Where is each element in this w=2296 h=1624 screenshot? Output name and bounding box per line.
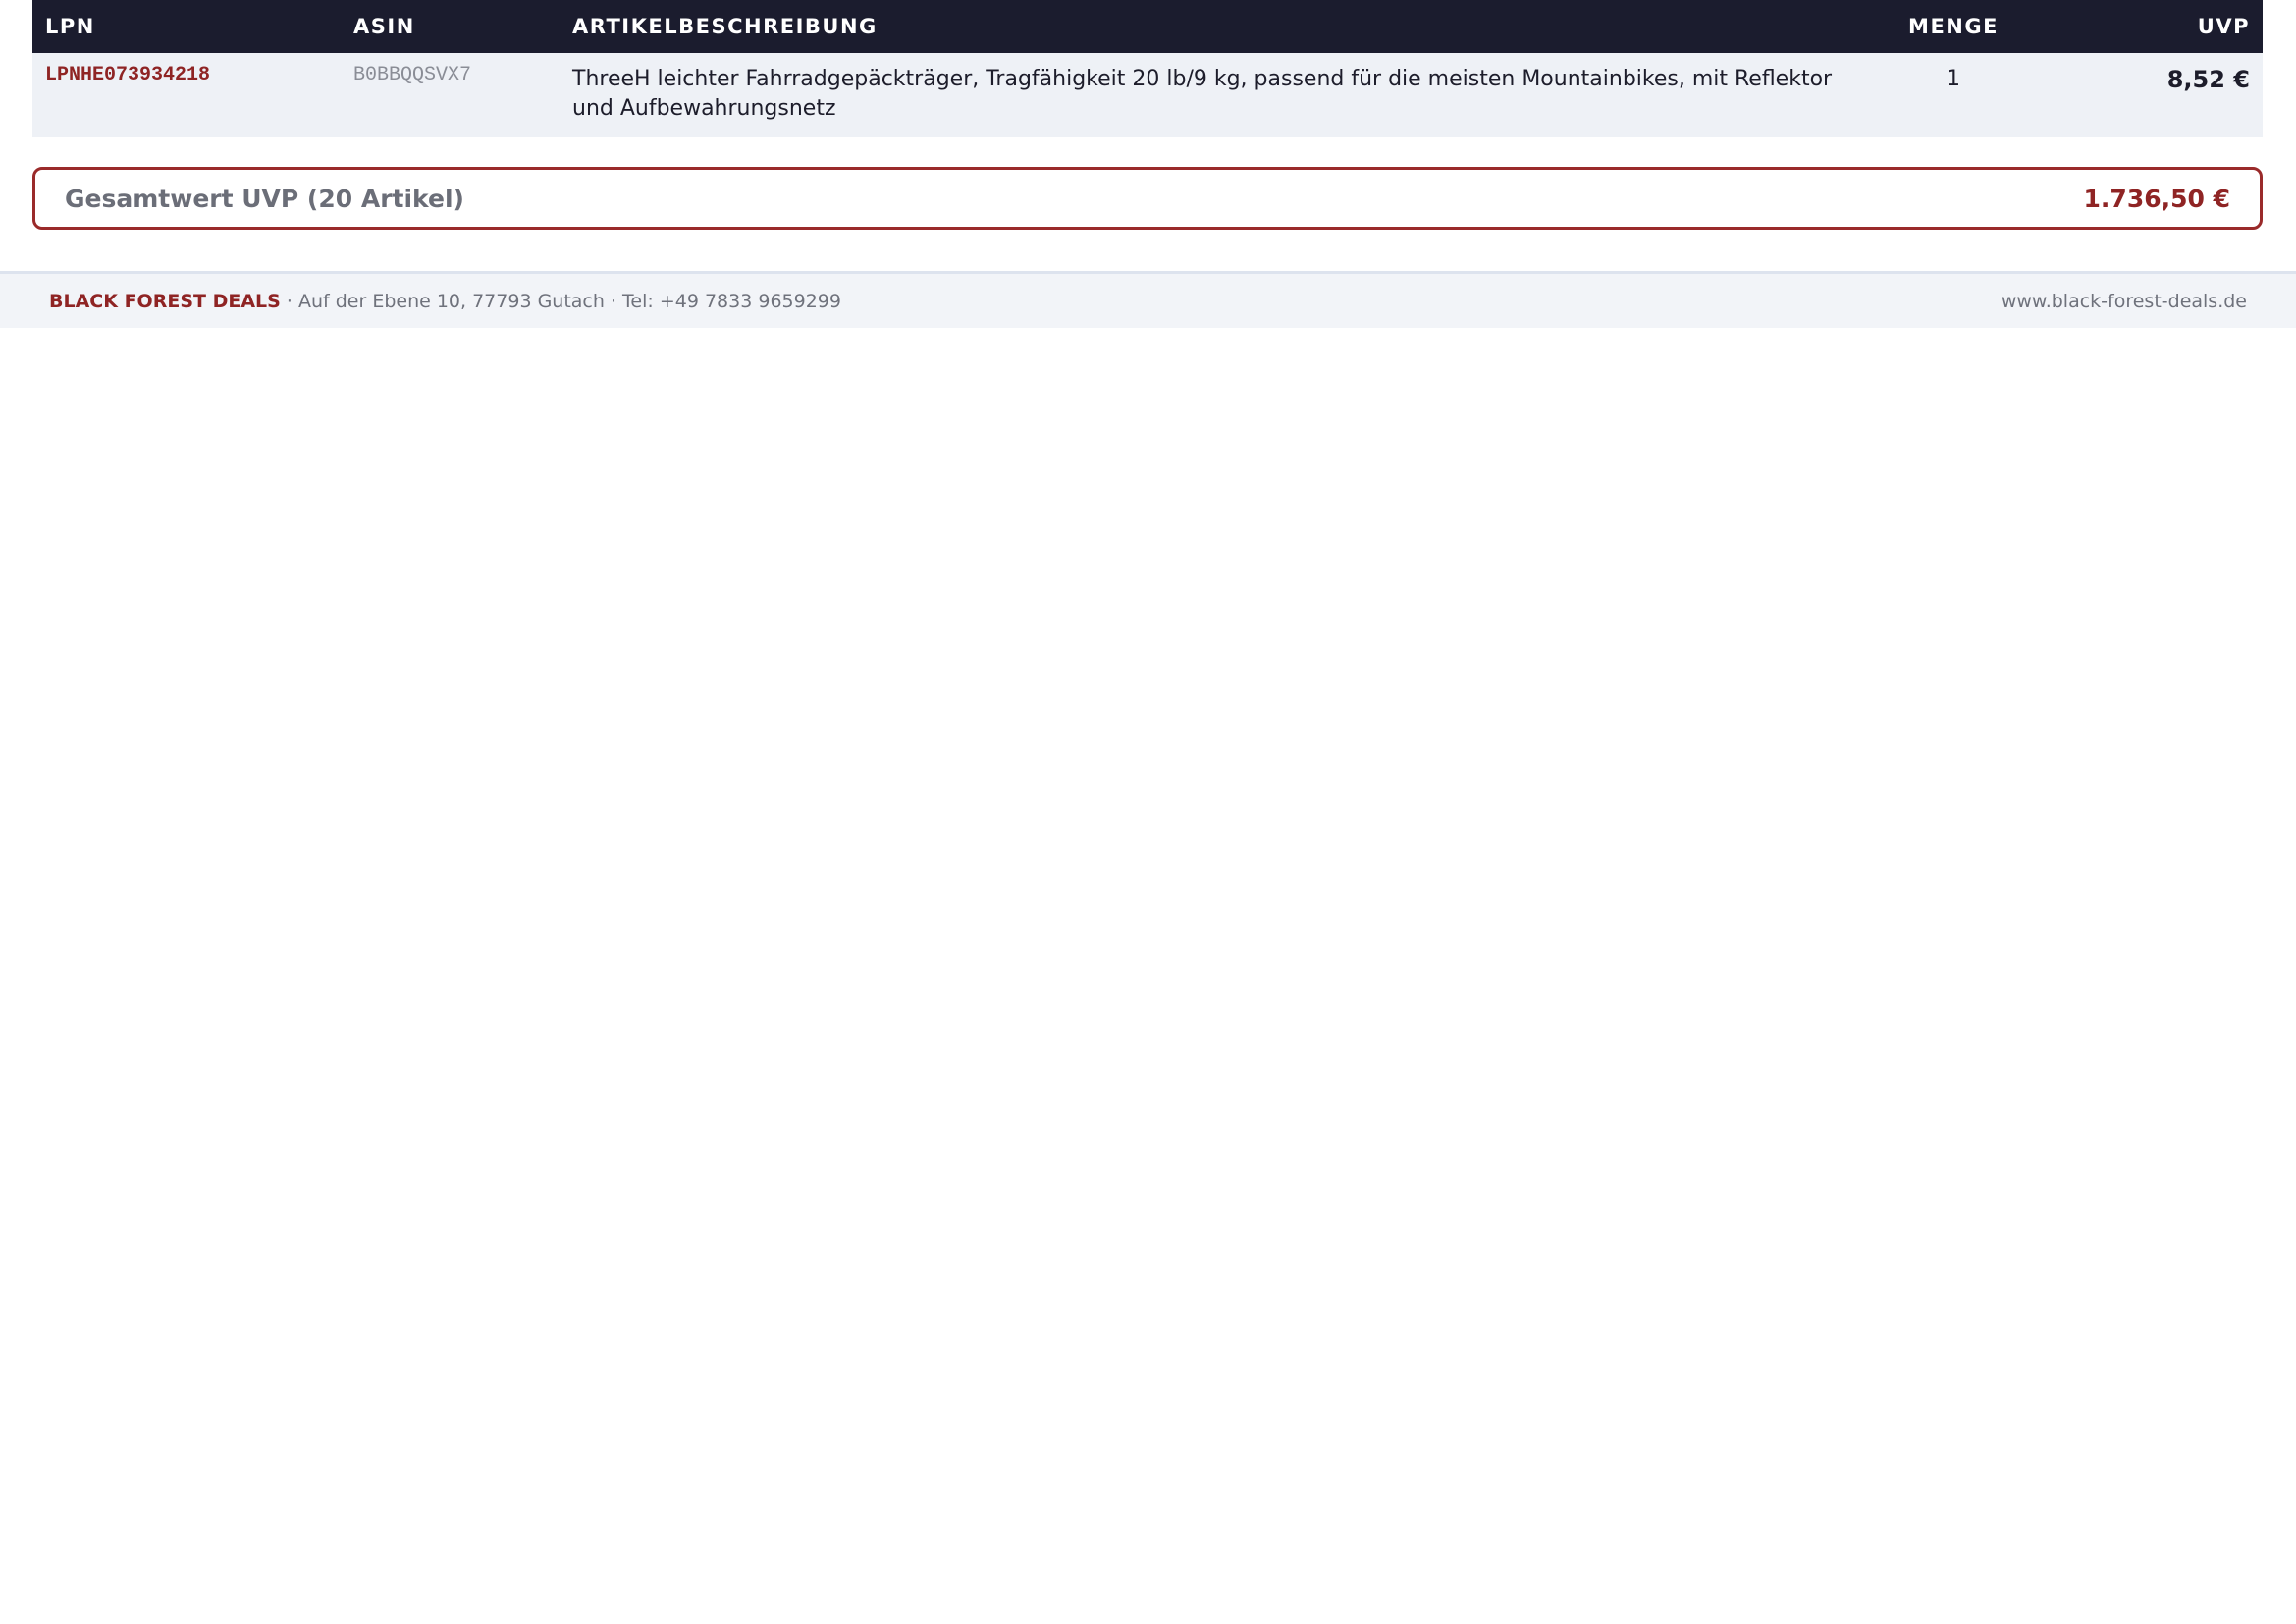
footer-address: · Auf der Ebene 10, 77793 Gutach · Tel: …: [280, 290, 841, 312]
cell-description: ThreeH leichter Fahrradgepäckträger, Tra…: [560, 53, 1875, 137]
table-header: LPN ASIN ARTIKELBESCHREIBUNG MENGE UVP: [32, 0, 2263, 53]
total-summary-box: Gesamtwert UVP (20 Artikel) 1.736,50 €: [32, 167, 2263, 230]
total-value: 1.736,50 €: [2083, 184, 2230, 213]
items-table: LPN ASIN ARTIKELBESCHREIBUNG MENGE UVP L…: [32, 0, 2263, 137]
cell-lpn: LPNHE073934218: [32, 53, 341, 137]
cell-uvp: 8,52 €: [2032, 53, 2263, 137]
items-table-wrapper: LPN ASIN ARTIKELBESCHREIBUNG MENGE UVP L…: [32, 0, 2263, 137]
table-row: LPNHE073934218 B0BBQQSVX7 ThreeH leichte…: [32, 53, 2263, 137]
column-header-uvp: UVP: [2032, 0, 2263, 53]
cell-asin: B0BBQQSVX7: [341, 53, 560, 137]
footer-website: www.black-forest-deals.de: [2001, 290, 2247, 312]
column-header-lpn: LPN: [32, 0, 341, 53]
footer-company-info: BLACK FOREST DEALS · Auf der Ebene 10, 7…: [49, 291, 841, 312]
page-footer: BLACK FOREST DEALS · Auf der Ebene 10, 7…: [0, 271, 2296, 328]
column-header-asin: ASIN: [341, 0, 560, 53]
footer-brand: BLACK FOREST DEALS: [49, 290, 281, 312]
column-header-quantity: MENGE: [1875, 0, 2032, 53]
total-label: Gesamtwert UVP (20 Artikel): [65, 184, 464, 213]
cell-quantity: 1: [1875, 53, 2032, 137]
table-header-row: LPN ASIN ARTIKELBESCHREIBUNG MENGE UVP: [32, 0, 2263, 53]
table-body: LPNHE073934218 B0BBQQSVX7 ThreeH leichte…: [32, 53, 2263, 137]
column-header-description: ARTIKELBESCHREIBUNG: [560, 0, 1875, 53]
page: LPN ASIN ARTIKELBESCHREIBUNG MENGE UVP L…: [0, 0, 2296, 1624]
